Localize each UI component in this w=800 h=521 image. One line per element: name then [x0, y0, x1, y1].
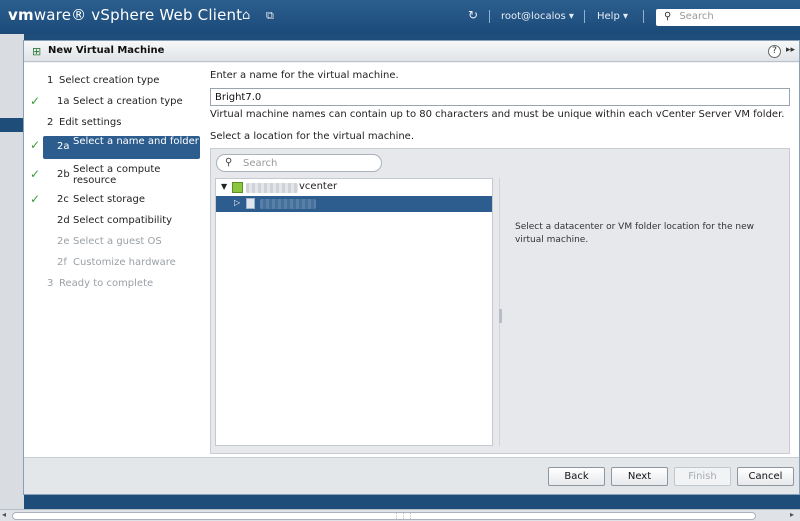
dialog-titlebar: ⊞ New Virtual Machine ? ▸▸: [24, 41, 799, 62]
location-search-input[interactable]: [216, 154, 382, 172]
global-search[interactable]: ⚲ Search: [656, 9, 800, 26]
datacenter-icon: [246, 198, 255, 209]
check-icon: ✓: [30, 192, 41, 206]
vm-name-input[interactable]: [210, 88, 790, 106]
tree-node-datacenter[interactable]: ▷: [216, 196, 492, 212]
background-panel: [0, 34, 24, 509]
collapsed-arrow-icon[interactable]: ▷: [234, 198, 240, 207]
step-3: 3 Ready to complete: [47, 278, 154, 289]
check-icon: ✓: [30, 167, 41, 181]
app-brand: vmware® vSphere Web Client: [8, 6, 243, 24]
refresh-icon[interactable]: ↻: [468, 8, 478, 22]
search-icon: ⚲: [225, 157, 233, 168]
redacted-name: [246, 183, 298, 193]
step-2c[interactable]: ✓ 2c Select storage: [24, 190, 207, 210]
dialog-footer: Back Next Finish Cancel: [24, 457, 799, 494]
grip-icon: ⋮⋮⋮: [393, 512, 414, 520]
scroll-left-icon[interactable]: ◂: [2, 510, 6, 519]
vcenter-icon: [232, 182, 243, 193]
expanded-arrow-icon[interactable]: ▼: [221, 182, 227, 191]
location-tree: ▼ vcenter ▷: [215, 178, 493, 446]
user-menu[interactable]: root@localos ▾: [501, 11, 574, 22]
check-icon: ✓: [30, 138, 41, 152]
top-header: vmware® vSphere Web Client ⌂ ⧉ ↻ root@lo…: [0, 0, 800, 34]
horizontal-scrollbar[interactable]: ◂ ⋮⋮⋮ ▸: [0, 509, 800, 521]
splitter-handle[interactable]: [499, 309, 502, 323]
step-2e: 2e Select a guest OS: [57, 236, 162, 247]
home-icon[interactable]: ⌂: [242, 8, 250, 23]
dialog-title: New Virtual Machine: [48, 45, 165, 56]
finish-button: Finish: [674, 467, 731, 486]
wizard-content: Enter a name for the virtual machine. Vi…: [207, 63, 799, 457]
cancel-button[interactable]: Cancel: [737, 467, 794, 486]
header-separator: [584, 10, 585, 23]
scroll-right-icon[interactable]: ▸: [790, 510, 794, 519]
step-2a[interactable]: 2a Select a name and folder: [43, 136, 200, 159]
next-button[interactable]: Next: [611, 467, 668, 486]
wizard-steps: 1 Select creation type ✓ 1a Select a cre…: [24, 63, 207, 457]
help-icon[interactable]: ?: [768, 45, 781, 58]
expand-icon[interactable]: ▸▸: [786, 45, 795, 55]
step-1a[interactable]: ✓ 1a Select a creation type: [24, 92, 207, 112]
redacted-name: [260, 199, 316, 209]
check-icon: ✓: [30, 94, 41, 108]
back-button[interactable]: Back: [548, 467, 605, 486]
search-icon: ⚲: [664, 11, 672, 22]
step-2[interactable]: 2 Edit settings: [24, 113, 207, 133]
location-prompt: Select a location for the virtual machin…: [210, 131, 415, 142]
location-panel: ⚲ ▼ vcenter ▷ Select a datacenter or VM …: [210, 148, 790, 454]
scrollbar-thumb[interactable]: ⋮⋮⋮: [12, 512, 756, 520]
step-1[interactable]: 1 Select creation type: [24, 71, 207, 91]
location-hint: Select a datacenter or VM folder locatio…: [515, 222, 754, 245]
new-vm-icon: ⊞: [32, 45, 42, 58]
step-2f: 2f Customize hardware: [57, 257, 176, 268]
step-2d[interactable]: 2d Select compatibility: [24, 211, 207, 231]
tree-node-label: vcenter: [299, 181, 338, 192]
step-2b[interactable]: ✓ 2b Select a compute resource: [24, 163, 207, 187]
tree-node-vcenter[interactable]: ▼ vcenter: [216, 180, 492, 196]
help-menu[interactable]: Help ▾: [597, 11, 628, 22]
name-hint: Virtual machine names can contain up to …: [210, 109, 785, 120]
open-window-icon[interactable]: ⧉: [266, 9, 274, 23]
header-separator: [643, 10, 644, 23]
new-vm-dialog: ⊞ New Virtual Machine ? ▸▸ 1 Select crea…: [23, 40, 800, 495]
header-separator: [489, 10, 490, 23]
name-prompt: Enter a name for the virtual machine.: [210, 70, 399, 81]
